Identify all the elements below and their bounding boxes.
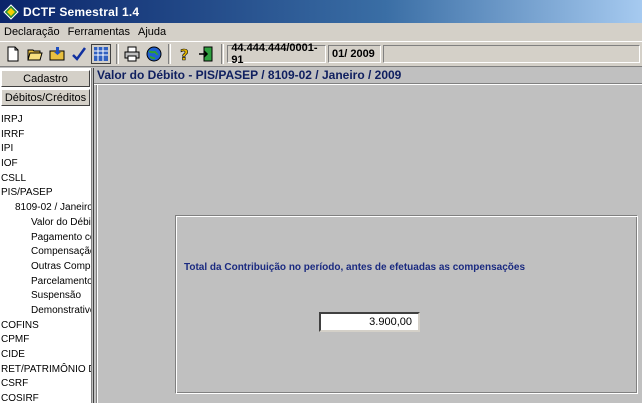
tree-item-label: PIS/PASEP <box>1 187 53 199</box>
tree-item-label: Compensação <box>31 246 92 258</box>
debit-value-panel: Total da Contribuição no período, antes … <box>175 215 638 394</box>
tree-item-label: IPI <box>1 143 14 155</box>
tree-item-label: IOF <box>1 158 18 170</box>
status-field <box>382 45 640 63</box>
tree-item-label: Pagamento co <box>31 231 92 243</box>
tree-item[interactable]: Demonstrativo <box>0 304 91 319</box>
tree-item[interactable]: Pagamento co <box>0 231 91 246</box>
tree-item[interactable]: PIS/PASEP <box>0 186 91 201</box>
tree-item[interactable]: COSIRF <box>0 392 91 403</box>
menu-bar: Declaração Ferramentas Ajuda <box>0 23 642 41</box>
tree-item-label: CPMF <box>1 334 30 346</box>
debitos-creditos-button[interactable]: Débitos/Créditos <box>1 89 90 106</box>
app-icon <box>3 3 19 20</box>
tree-item[interactable]: Outras Compe <box>0 260 91 275</box>
svg-text:?: ? <box>180 46 189 62</box>
check-icon[interactable] <box>69 44 89 64</box>
tree-item[interactable]: 8109-02 / Janeiro ... <box>0 201 91 216</box>
tree-item-label: CIDE <box>1 349 25 360</box>
sidebar: Cadastro Débitos/Créditos IRPJ IRRF IPI IOF… <box>0 68 92 403</box>
tree-item-label: CSRF <box>1 378 29 390</box>
header-divider <box>94 83 642 85</box>
tree-item-label: Valor do Débito <box>31 216 91 228</box>
tree-item[interactable]: IOF <box>0 157 91 172</box>
contribution-total-label: Total da Contribuição no período, antes … <box>184 262 526 273</box>
tree-item[interactable]: CSRF <box>0 377 91 392</box>
help-icon[interactable]: ? <box>174 44 194 64</box>
tax-tree: IRPJ IRRF IPI IOF CSLL PIS/PASEP 8109-02 / Jan… <box>0 113 91 403</box>
menu-ferramentas[interactable]: Ferramentas <box>64 26 134 38</box>
tree-item-label: RET/PATRIMÔNIO DE A <box>1 363 91 375</box>
tree-item-label: COSIRF <box>1 393 39 403</box>
tree-item[interactable]: Valor do Débito <box>0 216 91 231</box>
tree-item-label: COFINS <box>1 319 39 331</box>
toolbar-separator <box>168 44 172 64</box>
tree-item-label: IRPJ <box>1 114 23 125</box>
tree-item-label: IRRF <box>1 128 25 140</box>
contribution-total-input[interactable]: 3.900,00 <box>319 312 420 332</box>
tree-item-label: Parcelamento <box>31 275 92 287</box>
tree-item[interactable]: CIDE <box>0 348 91 363</box>
tree-item-label: Outras Compe <box>31 260 92 272</box>
print-icon[interactable] <box>122 44 142 64</box>
tree-item-label: Demonstrativo <box>31 304 92 316</box>
tree-item[interactable]: RET/PATRIMÔNIO DE A <box>0 363 91 378</box>
main-panel: Valor do Débito - PIS/PASEP / 8109-02 / … <box>93 68 642 403</box>
toolbar: ? 44.444.444/0001-91 01/ 2009 <box>0 41 642 67</box>
vertical-divider <box>96 85 98 403</box>
period-field: 01/ 2009 <box>327 45 381 63</box>
grid-icon[interactable] <box>90 44 111 64</box>
import-icon[interactable] <box>47 44 67 64</box>
menu-ajuda[interactable]: Ajuda <box>134 26 170 38</box>
tree-item-label: Suspensão <box>31 290 82 302</box>
globe-icon[interactable] <box>144 44 164 64</box>
tree-item[interactable]: IPI <box>0 142 91 157</box>
cadastro-button[interactable]: Cadastro <box>1 70 90 87</box>
title-bar: DCTF Semestral 1.4 <box>0 0 642 23</box>
tree-item[interactable]: Suspensão <box>0 289 91 304</box>
tree-item[interactable]: Parcelamento <box>0 275 91 290</box>
tree-item[interactable]: IRPJ <box>0 113 91 128</box>
tree-item[interactable]: Compensação <box>0 245 91 260</box>
toolbar-separator <box>115 44 119 64</box>
page-title: Valor do Débito - PIS/PASEP / 8109-02 / … <box>97 68 402 82</box>
window-title: DCTF Semestral 1.4 <box>23 4 140 19</box>
menu-declaracao[interactable]: Declaração <box>0 26 64 38</box>
tree-item[interactable]: CSLL <box>0 172 91 187</box>
tree-item-label: CSLL <box>1 172 27 184</box>
new-document-icon[interactable] <box>3 44 23 64</box>
tree-item[interactable]: IRRF <box>0 128 91 143</box>
tree-item[interactable]: COFINS <box>0 319 91 334</box>
tree-item-label: 8109-02 / Janeiro ... <box>15 202 92 214</box>
tree-item[interactable]: CPMF <box>0 333 91 348</box>
toolbar-separator <box>221 44 225 64</box>
exit-icon[interactable] <box>196 44 216 64</box>
cnpj-field: 44.444.444/0001-91 <box>227 42 326 66</box>
open-folder-icon[interactable] <box>25 44 45 64</box>
